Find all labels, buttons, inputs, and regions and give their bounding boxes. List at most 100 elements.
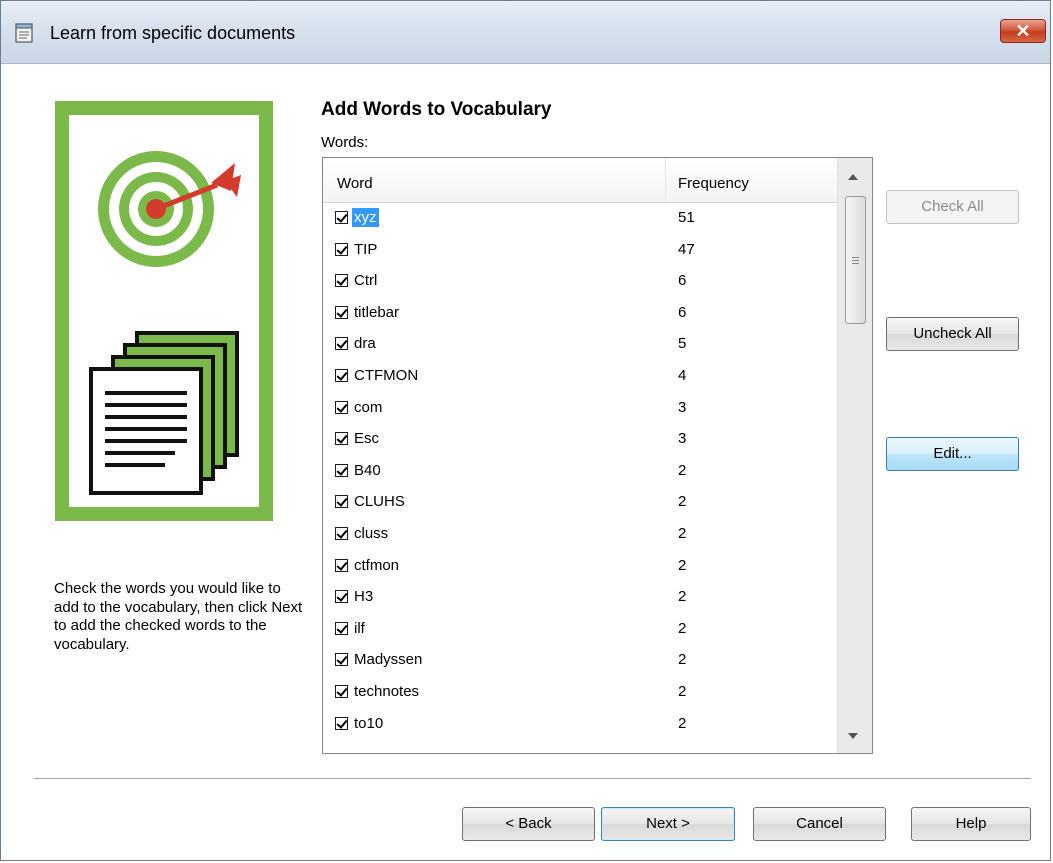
scroll-up-arrow-icon[interactable] — [848, 174, 858, 180]
document-icon — [15, 23, 33, 43]
frequency-cell: 3 — [678, 430, 687, 448]
frequency-cell: 51 — [678, 209, 695, 226]
list-item[interactable]: dra 5 — [323, 328, 837, 360]
word-checkbox[interactable] — [335, 242, 348, 256]
frequency-cell: 6 — [678, 272, 687, 290]
word-cell: CLUHS — [354, 493, 405, 511]
list-item[interactable]: B40 2 — [323, 455, 837, 487]
frequency-cell: 2 — [678, 714, 687, 732]
frequency-cell: 47 — [678, 240, 695, 258]
frequency-cell: 2 — [678, 556, 687, 574]
word-cell: technotes — [354, 682, 420, 700]
close-icon: ✕ — [1015, 21, 1031, 41]
words-label: Words: — [321, 134, 369, 151]
word-cell: CTFMON — [354, 366, 419, 384]
cancel-button[interactable]: Cancel — [753, 807, 886, 841]
word-checkbox[interactable] — [335, 337, 348, 351]
word-cell: cluss — [354, 524, 389, 542]
word-cell: to10 — [354, 714, 384, 732]
word-rows: xyz 51 TIP 47 Ctrl 6 titlebar 6 dra 5 CTFMON 4 com 3 E… — [323, 202, 837, 739]
documents-icon — [89, 331, 239, 495]
word-checkbox[interactable] — [335, 526, 348, 540]
scrollbar-thumb[interactable] — [845, 196, 866, 324]
list-item[interactable]: CTFMON 4 — [323, 360, 837, 392]
word-checkbox[interactable] — [335, 368, 348, 382]
frequency-cell: 2 — [678, 461, 687, 479]
word-checkbox[interactable] — [335, 274, 348, 288]
word-checkbox[interactable] — [335, 463, 348, 477]
uncheck-all-button[interactable]: Uncheck All — [886, 317, 1019, 351]
frequency-cell: 2 — [678, 493, 687, 511]
word-cell: H3 — [354, 588, 374, 606]
word-checkbox[interactable] — [335, 211, 348, 224]
word-checkbox[interactable] — [335, 653, 348, 667]
word-checkbox[interactable] — [335, 305, 348, 319]
window-title: Learn from specific documents — [50, 23, 296, 43]
list-item[interactable]: xyz 51 — [323, 202, 837, 234]
list-item[interactable]: cluss 2 — [323, 518, 837, 550]
word-cell: com — [354, 398, 383, 416]
frequency-cell: 2 — [678, 651, 687, 669]
word-cell: Ctrl — [354, 272, 378, 290]
list-item[interactable]: titlebar 6 — [323, 297, 837, 329]
grip-line — [852, 260, 859, 261]
frequency-cell: 4 — [678, 366, 687, 384]
grip-line — [852, 263, 859, 264]
grip-line — [852, 257, 859, 258]
frequency-cell: 3 — [678, 398, 687, 416]
next-button[interactable]: Next > — [601, 807, 735, 841]
word-cell: Madyssen — [354, 651, 423, 669]
wizard-illustration — [55, 101, 273, 521]
list-item[interactable]: ctfmon 2 — [323, 550, 837, 582]
check-all-button[interactable]: Check All — [886, 190, 1019, 224]
word-cell: titlebar — [354, 303, 400, 321]
list-item[interactable]: Esc 3 — [323, 423, 837, 455]
word-cell: ctfmon — [354, 556, 400, 574]
list-item[interactable]: H3 2 — [323, 581, 837, 613]
close-button[interactable]: ✕ — [1000, 19, 1046, 43]
column-header-frequency[interactable]: Frequency — [678, 175, 749, 192]
word-checkbox[interactable] — [335, 684, 348, 698]
list-item[interactable]: Ctrl 6 — [323, 265, 837, 297]
list-item[interactable]: ilf 2 — [323, 613, 837, 645]
frequency-cell: 6 — [678, 303, 687, 321]
list-item[interactable]: TIP 47 — [323, 234, 837, 266]
frequency-cell: 5 — [678, 335, 687, 353]
frequency-cell: 2 — [678, 524, 687, 542]
list-item[interactable]: com 3 — [323, 392, 837, 424]
word-checkbox[interactable] — [335, 716, 348, 730]
word-checkbox[interactable] — [335, 621, 348, 635]
word-cell: dra — [354, 335, 376, 353]
word-cell: ilf — [354, 619, 365, 637]
list-header: Word Frequency — [323, 158, 837, 203]
back-button[interactable]: < Back — [462, 807, 595, 841]
footer-divider — [34, 778, 1031, 780]
page-heading: Add Words to Vocabulary — [321, 99, 552, 120]
frequency-cell: 2 — [678, 588, 687, 606]
instructions-text: Check the words you would like to add to… — [54, 580, 303, 653]
dialog-window: Learn from specific documents ✕ Add Word… — [0, 0, 1051, 861]
list-item[interactable]: Madyssen 2 — [323, 644, 837, 676]
word-cell: xyz — [352, 208, 379, 227]
column-divider[interactable] — [665, 158, 666, 202]
frequency-cell: 2 — [678, 619, 687, 637]
column-header-word[interactable]: Word — [337, 175, 373, 192]
word-checkbox[interactable] — [335, 590, 348, 604]
list-item[interactable]: CLUHS 2 — [323, 486, 837, 518]
word-cell: Esc — [354, 430, 380, 448]
word-checkbox[interactable] — [335, 558, 348, 572]
vertical-scrollbar[interactable] — [837, 158, 872, 753]
word-checkbox[interactable] — [335, 400, 348, 414]
word-cell: B40 — [354, 461, 381, 479]
frequency-cell: 2 — [678, 682, 687, 700]
word-checkbox[interactable] — [335, 495, 348, 509]
edit-button[interactable]: Edit... — [886, 437, 1019, 471]
scroll-down-arrow-icon[interactable] — [848, 733, 858, 739]
words-list[interactable]: Word Frequency xyz 51 TIP 47 Ctrl 6 titlebar 6 d… — [322, 157, 873, 754]
word-checkbox[interactable] — [335, 432, 348, 446]
help-button[interactable]: Help — [911, 807, 1031, 841]
word-cell: TIP — [354, 240, 378, 258]
title-bar[interactable]: Learn from specific documents ✕ — [1, 1, 1050, 64]
list-item[interactable]: technotes 2 — [323, 676, 837, 708]
list-item[interactable]: to10 2 — [323, 708, 837, 740]
